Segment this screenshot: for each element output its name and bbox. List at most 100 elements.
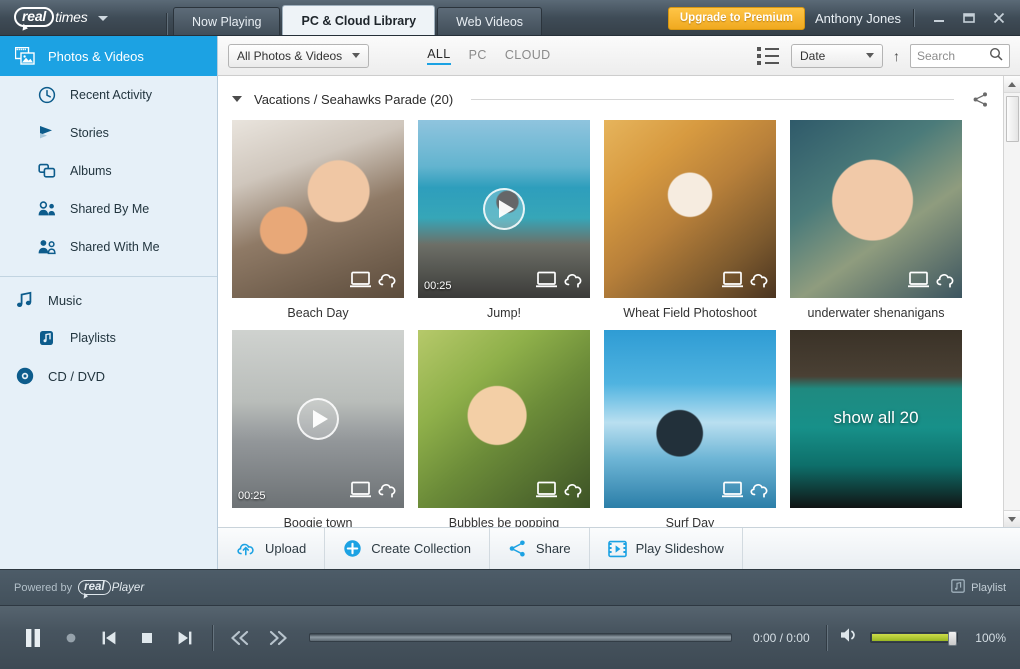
minimize-button[interactable]: [924, 5, 954, 31]
account-name[interactable]: Anthony Jones: [815, 11, 901, 26]
shared-by-me-icon: [36, 198, 58, 220]
chevron-down-icon: [352, 53, 360, 58]
window-body: Photos & Videos Recent Activity Stories: [0, 36, 1020, 569]
tab-web-videos[interactable]: Web Videos: [437, 7, 542, 35]
sidebar-item-label: Recent Activity: [70, 88, 152, 102]
music-note-icon: [14, 289, 36, 311]
scroll-down-button[interactable]: [1004, 510, 1020, 527]
next-button[interactable]: [166, 618, 204, 658]
logo-real-text: real: [22, 8, 46, 24]
main-tabs: Now Playing PC & Cloud Library Web Video…: [173, 0, 544, 35]
play-button-overlay[interactable]: [297, 398, 339, 440]
upgrade-to-premium-button[interactable]: Upgrade to Premium: [668, 7, 805, 30]
stop-button[interactable]: [128, 618, 166, 658]
cloud-icon: [749, 271, 770, 293]
sidebar-item-cd-dvd[interactable]: CD / DVD: [0, 357, 217, 395]
sidebar-item-stories[interactable]: Stories: [0, 114, 217, 152]
arrow-up-icon[interactable]: ↑: [893, 49, 900, 63]
library-toolbar: All Photos & Videos ALL PC CLOUD Date: [218, 36, 1020, 76]
show-all-text: show all 20: [833, 408, 918, 427]
media-tile[interactable]: Wheat Field Photoshoot: [604, 120, 776, 324]
title-bar: realtimes Now Playing PC & Cloud Library…: [0, 0, 1020, 36]
volume-knob[interactable]: [948, 631, 957, 646]
thumbnail-beach-day[interactable]: [232, 120, 404, 298]
logo-bubble: real: [14, 7, 54, 27]
maximize-button[interactable]: [954, 5, 984, 31]
pc-icon: [722, 271, 743, 293]
section-title: Vacations / Seahawks Parade (20): [254, 92, 453, 107]
sidebar-item-albums[interactable]: Albums: [0, 152, 217, 190]
upload-button[interactable]: Upload: [218, 528, 325, 569]
sidebar-item-recent-activity[interactable]: Recent Activity: [0, 76, 217, 114]
play-button-overlay[interactable]: [483, 188, 525, 230]
tile-overlay-icons: [722, 481, 770, 503]
volume-icon[interactable]: [839, 626, 861, 649]
media-filter-dropdown[interactable]: All Photos & Videos: [228, 44, 369, 68]
sidebar-item-shared-by-me[interactable]: Shared By Me: [0, 190, 217, 228]
media-tile[interactable]: 00:25 Jump!: [418, 120, 590, 324]
media-tile[interactable]: Surf Day: [604, 330, 776, 527]
sidebar-item-shared-with-me[interactable]: Shared With Me: [0, 228, 217, 266]
app-logo[interactable]: realtimes: [0, 0, 160, 35]
tab-pc-cloud-library[interactable]: PC & Cloud Library: [282, 5, 435, 35]
show-all-tile[interactable]: show all 20: [790, 330, 962, 527]
thumbnail-bubbles[interactable]: [418, 330, 590, 508]
pc-icon: [722, 481, 743, 503]
fast-forward-button[interactable]: [259, 618, 297, 658]
playlist-icon: [36, 327, 58, 349]
segment-all[interactable]: ALL: [427, 47, 450, 65]
scroll-up-button[interactable]: [1004, 76, 1020, 93]
previous-button[interactable]: [90, 618, 128, 658]
action-label: Create Collection: [371, 541, 471, 556]
scrollbar-thumb[interactable]: [1006, 96, 1019, 142]
list-view-icon[interactable]: [755, 45, 781, 67]
sidebar-item-label: Stories: [70, 126, 109, 140]
sidebar-item-music[interactable]: Music: [0, 281, 217, 319]
gallery-scrollbar[interactable]: [1003, 76, 1020, 527]
share-icon: [508, 539, 527, 558]
media-tile[interactable]: 00:25 Boogie town: [232, 330, 404, 527]
thumbnail-surf-day[interactable]: [604, 330, 776, 508]
play-slideshow-button[interactable]: Play Slideshow: [590, 528, 743, 569]
sidebar-item-playlists[interactable]: Playlists: [0, 319, 217, 357]
share-icon[interactable]: [972, 91, 989, 108]
cloud-icon: [563, 271, 584, 293]
powered-by-text: Powered by realPlayer: [14, 580, 144, 595]
segment-pc[interactable]: PC: [469, 48, 487, 64]
rewind-button[interactable]: [221, 618, 259, 658]
thumbnail-boogie-town[interactable]: 00:25: [232, 330, 404, 508]
tile-overlay-icons: [908, 271, 956, 293]
media-tile[interactable]: underwater shenanigans: [790, 120, 962, 324]
volume-percent: 100%: [975, 631, 1006, 645]
pause-button[interactable]: [14, 618, 52, 658]
record-button[interactable]: [52, 618, 90, 658]
thumbnail-underwater[interactable]: [790, 120, 962, 298]
thumbnail-wheat-field[interactable]: [604, 120, 776, 298]
playlist-button[interactable]: Playlist: [951, 579, 1006, 596]
chevron-down-icon[interactable]: [98, 16, 108, 21]
thumbnail-show-all[interactable]: show all 20: [790, 330, 962, 508]
collapse-triangle-icon[interactable]: [232, 96, 242, 102]
sort-by-dropdown[interactable]: Date: [791, 44, 883, 68]
media-tile[interactable]: Beach Day: [232, 120, 404, 324]
tab-now-playing[interactable]: Now Playing: [173, 7, 280, 35]
controls-divider: [212, 625, 213, 651]
search-input[interactable]: Search: [910, 44, 1010, 68]
gallery: Vacations / Seahawks Parade (20): [218, 76, 1003, 527]
realplayer-logo: realPlayer: [78, 580, 144, 595]
seek-slider[interactable]: [309, 633, 732, 642]
tile-caption: Surf Day: [604, 516, 776, 527]
media-tile[interactable]: Bubbles be popping: [418, 330, 590, 527]
sidebar-item-label: Shared By Me: [70, 202, 149, 216]
powered-by-bar: Powered by realPlayer Playlist: [0, 569, 1020, 605]
segment-cloud[interactable]: CLOUD: [505, 48, 551, 64]
playlist-label: Playlist: [971, 582, 1006, 594]
close-button[interactable]: [984, 5, 1014, 31]
volume-slider[interactable]: [870, 632, 958, 643]
share-button[interactable]: Share: [490, 528, 590, 569]
thumbnail-jump[interactable]: 00:25: [418, 120, 590, 298]
section-header-vacations[interactable]: Vacations / Seahawks Parade (20): [232, 84, 989, 114]
action-label: Upload: [265, 541, 306, 556]
create-collection-button[interactable]: Create Collection: [325, 528, 490, 569]
sidebar-item-photos-videos[interactable]: Photos & Videos: [0, 36, 217, 76]
